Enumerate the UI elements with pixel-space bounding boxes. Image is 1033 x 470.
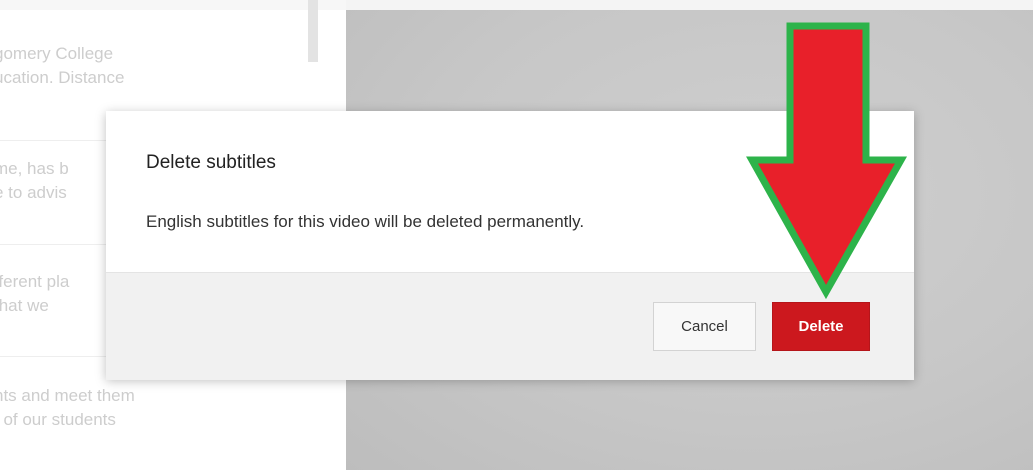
transcript-line: t of our students bbox=[0, 410, 116, 429]
cancel-button[interactable]: Cancel bbox=[653, 302, 756, 351]
dialog-footer: Cancel Delete bbox=[106, 272, 914, 380]
transcript-top-strip bbox=[0, 0, 346, 10]
delete-subtitles-dialog: Delete subtitles English subtitles for t… bbox=[106, 111, 914, 380]
transcript-line: gomery College bbox=[0, 44, 114, 63]
transcript-item[interactable]: nts and meet them t of our students bbox=[0, 384, 294, 432]
transcript-line: ucation. Distance bbox=[0, 68, 125, 87]
transcript-line: nts and meet them bbox=[0, 386, 135, 405]
transcript-item[interactable]: gomery College ucation. Distance bbox=[0, 42, 294, 90]
dialog-title: Delete subtitles bbox=[146, 152, 276, 173]
delete-button[interactable]: Delete bbox=[772, 302, 870, 351]
dialog-message: English subtitles for this video will be… bbox=[146, 212, 585, 231]
transcript-scrollbar[interactable] bbox=[308, 0, 318, 62]
video-top-strip bbox=[346, 0, 1033, 10]
screen: gomery College ucation. Distance me, has… bbox=[0, 0, 1033, 470]
